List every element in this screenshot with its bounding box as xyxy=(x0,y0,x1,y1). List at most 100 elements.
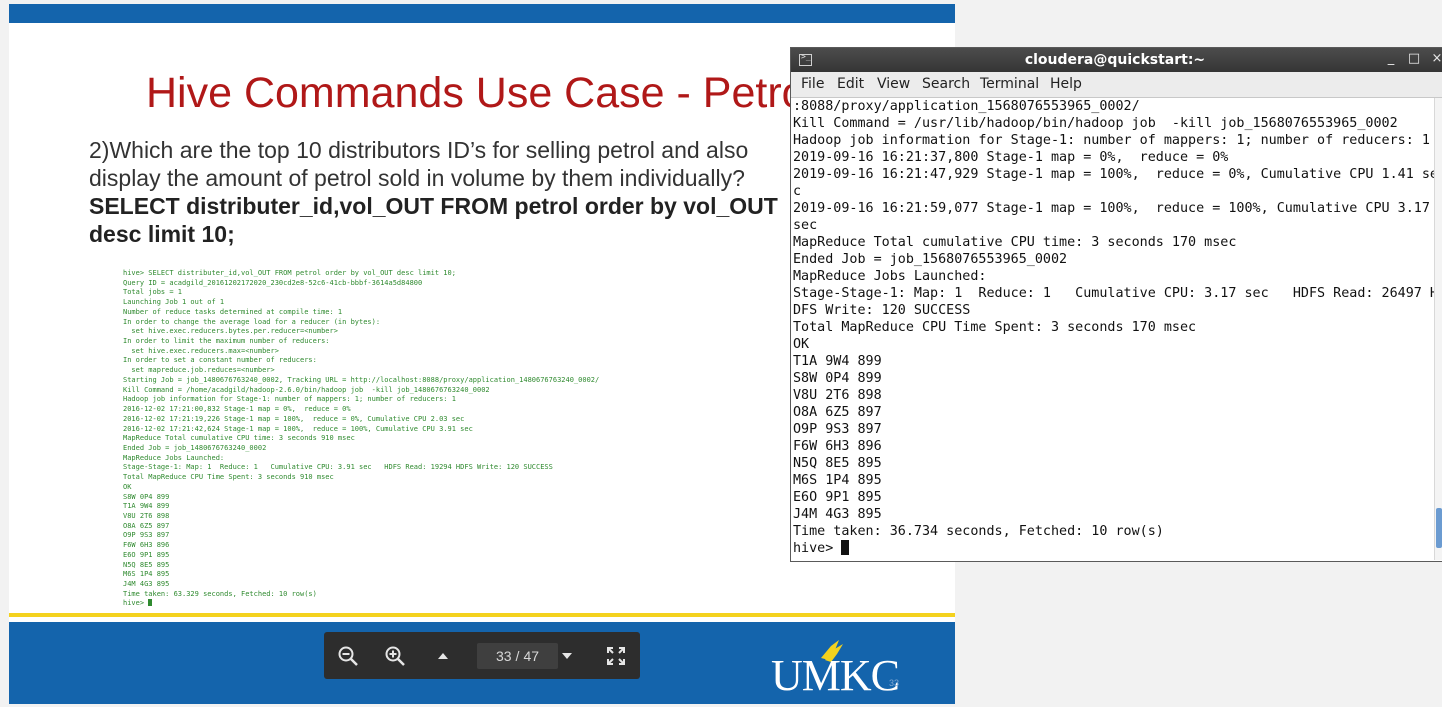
slide-terminal-line: In order to change the average load for … xyxy=(123,317,381,326)
question-text: 2)Which are the top 10 distributors ID’s… xyxy=(89,137,749,191)
slide-number: 33 xyxy=(889,678,900,688)
current-page: 33 xyxy=(495,648,512,664)
slide-terminal-line: MapReduce Jobs Launched: xyxy=(123,453,225,462)
next-page-button[interactable] xyxy=(552,641,582,671)
slide-terminal-line: Number of reduce tasks determined at com… xyxy=(123,307,343,316)
terminal-prompt: hive> xyxy=(793,541,842,556)
terminal-line: 2019-09-16 16:21:59,077 Stage-1 map = 10… xyxy=(793,201,1430,216)
slide-terminal-line: set mapreduce.job.reduces=<number> xyxy=(131,366,275,375)
slide-terminal-line: F6W 6H3 896 xyxy=(123,541,170,550)
slide-terminal-line: O9P 9S3 897 xyxy=(123,531,170,540)
slide-terminal-line: V8U 2T6 898 xyxy=(123,511,170,520)
slide-title: Hive Commands Use Case - Petrol xyxy=(146,69,816,117)
slide-terminal-line: hive> SELECT distributer_id,vol_OUT FROM… xyxy=(123,269,456,277)
slide-terminal-line: Stage-Stage-1: Map: 1 Reduce: 1 Cumulati… xyxy=(123,463,553,472)
terminal-title: cloudera@quickstart:~ xyxy=(1024,52,1206,68)
scrollbar-thumb[interactable] xyxy=(1436,508,1442,548)
slide-terminal-line: N5Q 8E5 895 xyxy=(123,560,170,569)
slide-terminal-screenshot: hive> SELECT distributer_id,vol_OUT FROM… xyxy=(123,269,683,609)
slide-terminal-line: J4M 4G3 895 xyxy=(123,580,170,588)
slide-terminal-line: Time taken: 63.329 seconds, Fetched: 10 … xyxy=(123,589,317,598)
slide-accent-line xyxy=(9,613,955,617)
slide-terminal-cursor xyxy=(148,599,153,607)
zoom-in-icon xyxy=(385,646,405,666)
slide-terminal-line: M6S 1P4 895 xyxy=(123,570,170,579)
slide-terminal-output: hive> SELECT distributer_id,vol_OUT FROM… xyxy=(123,269,683,609)
slide-terminal-prompt: hive> xyxy=(123,599,149,608)
slide-terminal-line: Ended Job = job_1480676763240_0002 xyxy=(123,443,267,452)
terminal-line: OK xyxy=(793,337,810,352)
slide-terminal-line: 2016-12-02 17:21:19,226 Stage-1 map = 10… xyxy=(123,414,465,423)
pdf-viewer-toolbar: 33 / 47 xyxy=(324,632,640,679)
slide-terminal-line: Query ID = acadgild_20161202172020_230cd… xyxy=(123,278,423,287)
page-separator: / xyxy=(515,648,520,664)
terminal-line: :8088/proxy/application_1568076553965_00… xyxy=(793,99,1140,114)
terminal-line: Time taken: 36.734 seconds, Fetched: 10 … xyxy=(793,524,1164,539)
close-button[interactable]: × xyxy=(1430,51,1442,66)
slide-terminal-line: In order to limit the maximum number of … xyxy=(123,337,330,346)
terminal-line: 2019-09-16 16:21:47,929 Stage-1 map = 10… xyxy=(793,167,1438,182)
text-cursor xyxy=(841,540,850,555)
slide-terminal-line: set hive.exec.reducers.max=<number> xyxy=(131,346,279,355)
slide-terminal-line: E6O 9P1 895 xyxy=(123,550,170,559)
menu-terminal[interactable]: Terminal xyxy=(980,76,1039,92)
menu-search[interactable]: Search xyxy=(922,76,970,92)
slide-terminal-line: In order to set a constant number of red… xyxy=(123,356,317,365)
terminal-line: 2019-09-16 16:21:37,800 Stage-1 map = 0%… xyxy=(793,150,1229,165)
fullscreen-button[interactable] xyxy=(601,641,631,671)
terminal-line: J4M 4G3 895 xyxy=(793,507,882,522)
terminal-line: Hadoop job information for Stage-1: numb… xyxy=(793,133,1430,148)
page-number-field[interactable]: 33 / 47 xyxy=(477,643,558,669)
slide-terminal-line: Starting Job = job_1480676763240_0002, T… xyxy=(123,375,600,384)
page-down-icon xyxy=(562,653,572,659)
sql-query-text: SELECT distributer_id,vol_OUT FROM petro… xyxy=(89,193,778,247)
total-pages: 47 xyxy=(523,648,540,664)
slide-terminal-line: 2016-12-02 17:21:42,624 Stage-1 map = 10… xyxy=(123,424,473,433)
menu-file[interactable]: File xyxy=(801,76,824,92)
terminal-line: MapReduce Total cumulative CPU time: 3 s… xyxy=(793,235,1237,250)
menu-edit[interactable]: Edit xyxy=(837,76,864,92)
terminal-line: Total MapReduce CPU Time Spent: 3 second… xyxy=(793,320,1197,335)
terminal-line: sec xyxy=(793,218,818,233)
terminal-titlebar[interactable]: >_ cloudera@quickstart:~ _ □ × xyxy=(791,48,1442,72)
slide-terminal-line: Launching Job 1 out of 1 xyxy=(123,298,225,307)
slide-terminal-line: O8A 6Z5 897 xyxy=(123,521,170,530)
terminal-line: DFS Write: 120 SUCCESS xyxy=(793,303,971,318)
terminal-line: F6W 6H3 896 xyxy=(793,439,882,454)
terminal-output: :8088/proxy/application_1568076553965_00… xyxy=(793,98,1438,540)
terminal-window[interactable]: >_ cloudera@quickstart:~ _ □ × File Edit… xyxy=(790,47,1442,562)
terminal-line: S8W 0P4 899 xyxy=(793,371,882,386)
slide-terminal-line: 2016-12-02 17:21:00,832 Stage-1 map = 0%… xyxy=(123,405,351,414)
terminal-line: M6S 1P4 895 xyxy=(793,473,882,488)
slide-header-bar xyxy=(9,4,955,23)
slide-terminal-line: Hadoop job information for Stage-1: numb… xyxy=(123,395,456,404)
minimize-button[interactable]: _ xyxy=(1384,51,1398,66)
slide-terminal-line: Total jobs = 1 xyxy=(123,288,183,297)
previous-page-button[interactable] xyxy=(428,641,458,671)
zoom-in-button[interactable] xyxy=(380,641,410,671)
terminal-line: MapReduce Jobs Launched: xyxy=(793,269,987,284)
terminal-line: T1A 9W4 899 xyxy=(793,354,882,369)
slide-terminal-line: Total MapReduce CPU Time Spent: 3 second… xyxy=(123,473,334,482)
slide-terminal-line: S8W 0P4 899 xyxy=(123,492,170,501)
logo-text: UMKC xyxy=(771,651,900,700)
slide-question: 2)Which are the top 10 distributors ID’s… xyxy=(89,136,789,248)
menu-view[interactable]: View xyxy=(877,76,910,92)
terminal-line: Ended Job = job_1568076553965_0002 xyxy=(793,252,1068,267)
terminal-line: N5Q 8E5 895 xyxy=(793,456,882,471)
umkc-logo: UMKC xyxy=(769,636,900,698)
slide-terminal-line: Kill Command = /home/acadgild/hadoop-2.6… xyxy=(123,385,490,394)
terminal-output-area[interactable]: :8088/proxy/application_1568076553965_00… xyxy=(793,98,1438,560)
terminal-line: O8A 6Z5 897 xyxy=(793,405,882,420)
menu-help[interactable]: Help xyxy=(1050,76,1082,92)
zoom-out-button[interactable] xyxy=(333,641,363,671)
terminal-line: Stage-Stage-1: Map: 1 Reduce: 1 Cumulati… xyxy=(793,286,1438,301)
terminal-line: O9P 9S3 897 xyxy=(793,422,882,437)
terminal-menubar: File Edit View Search Terminal Help xyxy=(791,72,1442,98)
terminal-line: c xyxy=(793,184,802,199)
slide-terminal-line: OK xyxy=(123,482,132,491)
terminal-scrollbar[interactable] xyxy=(1434,98,1442,560)
slide-terminal-line: set hive.exec.reducers.bytes.per.reducer… xyxy=(131,327,338,336)
terminal-prompt-line[interactable]: hive> xyxy=(793,540,1438,557)
maximize-button[interactable]: □ xyxy=(1407,51,1421,66)
